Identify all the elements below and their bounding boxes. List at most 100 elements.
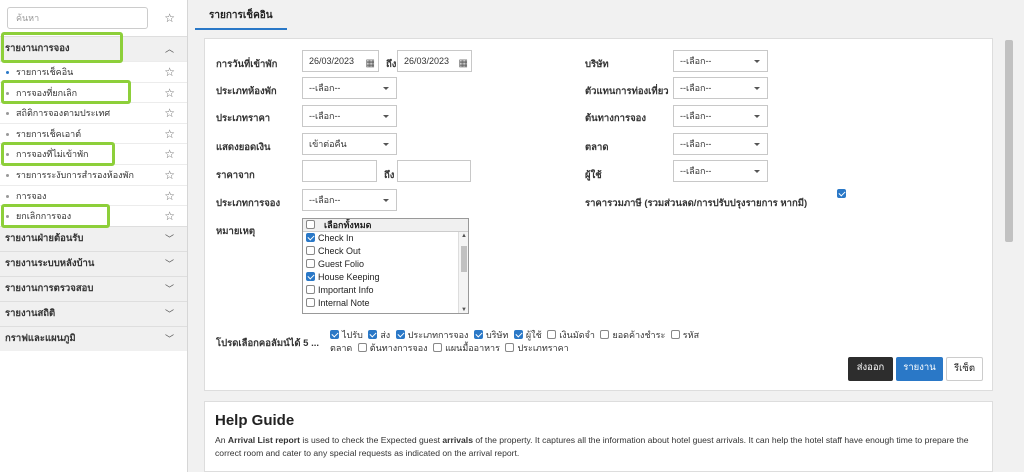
export-button[interactable]: ส่งออก xyxy=(848,357,893,381)
company-select[interactable]: --เลือก-- xyxy=(673,50,768,72)
column-option[interactable]: ส่ง xyxy=(368,330,390,340)
section-audit-reports[interactable]: รายงานการตรวจสอบ ﹀ xyxy=(0,275,187,301)
user-select[interactable]: --เลือก-- xyxy=(673,160,768,182)
column-option-label: ประเภทราคา xyxy=(517,343,569,353)
notes-option[interactable]: Guest Folio xyxy=(303,258,468,271)
column-option[interactable]: เงินมัดจำ xyxy=(547,330,595,340)
booking-type-select[interactable]: --เลือก-- xyxy=(302,189,397,211)
star-icon[interactable]: ☆ xyxy=(164,210,175,222)
checkbox[interactable] xyxy=(505,343,515,352)
gross-rate-checkbox[interactable] xyxy=(837,189,846,198)
checkbox[interactable] xyxy=(330,330,339,339)
column-option[interactable]: ยอดค้างชำระ xyxy=(600,330,665,340)
notes-option[interactable]: Important Info xyxy=(303,284,468,297)
checkbox[interactable] xyxy=(473,330,483,339)
price-from-input[interactable] xyxy=(302,160,377,182)
checkbox[interactable] xyxy=(306,285,315,294)
filter-panel: การวันที่เข้าพัก 26/03/2023 ▦ ถึง 26/03/… xyxy=(204,38,993,391)
section-back-office-reports[interactable]: รายงานระบบหลังบ้าน ﹀ xyxy=(0,250,187,276)
chevron-down-icon: ﹀ xyxy=(164,258,174,269)
notes-option[interactable]: House Keeping xyxy=(303,271,468,284)
star-icon[interactable]: ☆ xyxy=(164,87,175,99)
checkbox[interactable] xyxy=(670,330,680,339)
scroll-up-icon[interactable]: ▲ xyxy=(461,233,467,239)
notes-option[interactable]: Check In xyxy=(303,232,468,245)
listbox-scrollbar[interactable]: ▲ ▼ xyxy=(458,232,468,313)
price-to-input[interactable] xyxy=(397,160,471,182)
checkbox[interactable] xyxy=(600,330,610,339)
column-option-label: ประเภทการจอง xyxy=(407,330,469,340)
sidebar-item-checkin-list[interactable]: รายการเช็คอิน ☆ xyxy=(0,61,187,82)
star-icon[interactable]: ☆ xyxy=(164,107,175,119)
show-amount-select[interactable]: เข้าต่อคืน xyxy=(302,133,397,155)
notes-listbox[interactable]: เลือกทั้งหมด Check In Check Out Guest Fo… xyxy=(302,218,469,314)
sidebar-item-label: รายการเช็คอิน xyxy=(16,67,74,77)
checkbox[interactable] xyxy=(306,272,315,281)
column-option[interactable]: แผนมื้ออาหาร xyxy=(433,343,500,353)
column-option[interactable]: ตลาด xyxy=(330,343,352,353)
checkbox[interactable] xyxy=(306,246,315,255)
sidebar-item-bookings[interactable]: การจอง ☆ xyxy=(0,184,187,206)
section-charts[interactable]: กราฟและแผนภูมิ ﹀ xyxy=(0,325,187,351)
reset-button[interactable]: รีเซ็ต xyxy=(946,357,983,381)
star-icon[interactable]: ☆ xyxy=(164,12,175,24)
sidebar-item-checkout-list[interactable]: รายการเช็คเอาต์ ☆ xyxy=(0,122,187,144)
section-statistics-reports[interactable]: รายงานสถิติ ﹀ xyxy=(0,300,187,326)
checkbox[interactable] xyxy=(306,259,315,268)
columns-selector: ไปรับ ส่ง ประเภทการจอง บริษัท ผู้ใช้ เงิ… xyxy=(330,329,750,355)
column-option[interactable]: รหัส xyxy=(670,330,699,340)
market-label: ตลาด xyxy=(585,142,609,153)
rate-type-select[interactable]: --เลือก-- xyxy=(302,105,397,127)
checkbox[interactable] xyxy=(306,298,315,307)
sidebar-item-room-hold[interactable]: รายการระงับการสำรองห้องพัก ☆ xyxy=(0,163,187,185)
notes-option-label: Internal Note xyxy=(318,298,370,308)
checkbox[interactable] xyxy=(357,343,367,352)
star-icon[interactable]: ☆ xyxy=(164,128,175,140)
column-option[interactable]: ต้นทางการจอง xyxy=(357,343,428,353)
column-option[interactable]: ประเภทราคา xyxy=(505,343,569,353)
chevron-down-icon: ﹀ xyxy=(164,308,174,319)
column-option[interactable]: ผู้ใช้ xyxy=(513,330,542,340)
scroll-thumb[interactable] xyxy=(1005,40,1013,242)
search-input[interactable] xyxy=(7,7,148,29)
user-label: ผู้ใช้ xyxy=(585,170,602,181)
star-icon[interactable]: ☆ xyxy=(164,169,175,181)
sidebar-item-label: สถิติการจองตามประเทศ xyxy=(16,108,111,119)
star-icon[interactable]: ☆ xyxy=(164,66,175,78)
tab-checkin-list[interactable]: รายการเช็คอิน xyxy=(195,6,287,30)
market-select[interactable]: --เลือก-- xyxy=(673,133,768,155)
section-front-office-reports[interactable]: รายงานฝ่ายต้อนรับ ﹀ xyxy=(0,225,187,251)
checkbox[interactable] xyxy=(368,330,378,339)
booking-source-select[interactable]: --เลือก-- xyxy=(673,105,768,127)
checkbox[interactable] xyxy=(547,330,557,339)
scroll-down-icon[interactable]: ▼ xyxy=(461,307,467,313)
travel-agent-select[interactable]: --เลือก-- xyxy=(673,77,768,99)
checkbox[interactable] xyxy=(395,330,405,339)
checkbox[interactable] xyxy=(306,220,315,229)
report-button[interactable]: รายงาน xyxy=(896,357,943,381)
date-from-input[interactable]: 26/03/2023 ▦ xyxy=(302,50,379,72)
section-label: รายงานการตรวจสอบ xyxy=(5,282,94,294)
page-scrollbar[interactable] xyxy=(1003,38,1015,472)
room-type-select[interactable]: --เลือก-- xyxy=(302,77,397,99)
calendar-icon[interactable]: ▦ xyxy=(366,54,375,74)
sidebar-item-booking-by-country[interactable]: สถิติการจองตามประเทศ ☆ xyxy=(0,102,187,123)
checkbox[interactable] xyxy=(513,330,523,339)
bullet-icon xyxy=(6,173,9,177)
column-option[interactable]: บริษัท xyxy=(473,330,508,340)
notes-option[interactable]: Internal Note xyxy=(303,297,468,310)
star-icon[interactable]: ☆ xyxy=(164,148,175,160)
date-to-input[interactable]: 26/03/2023 ▦ xyxy=(397,50,472,72)
scroll-thumb[interactable] xyxy=(461,246,467,272)
checkin-date-label: การวันที่เข้าพัก xyxy=(216,59,278,70)
checkbox[interactable] xyxy=(306,233,315,242)
column-option[interactable]: ไปรับ xyxy=(330,330,363,340)
help-text-bold: arrivals xyxy=(442,435,473,445)
select-all-option[interactable]: เลือกทั้งหมด xyxy=(303,219,468,232)
notes-option[interactable]: Check Out xyxy=(303,245,468,258)
column-option[interactable]: ประเภทการจอง xyxy=(395,330,469,340)
star-icon[interactable]: ☆ xyxy=(164,190,175,202)
calendar-icon[interactable]: ▦ xyxy=(459,54,468,74)
checkbox[interactable] xyxy=(433,343,443,352)
sidebar: ☆ รายงานการจอง ︿ รายการเช็คอิน ☆ การจองท… xyxy=(0,0,188,472)
